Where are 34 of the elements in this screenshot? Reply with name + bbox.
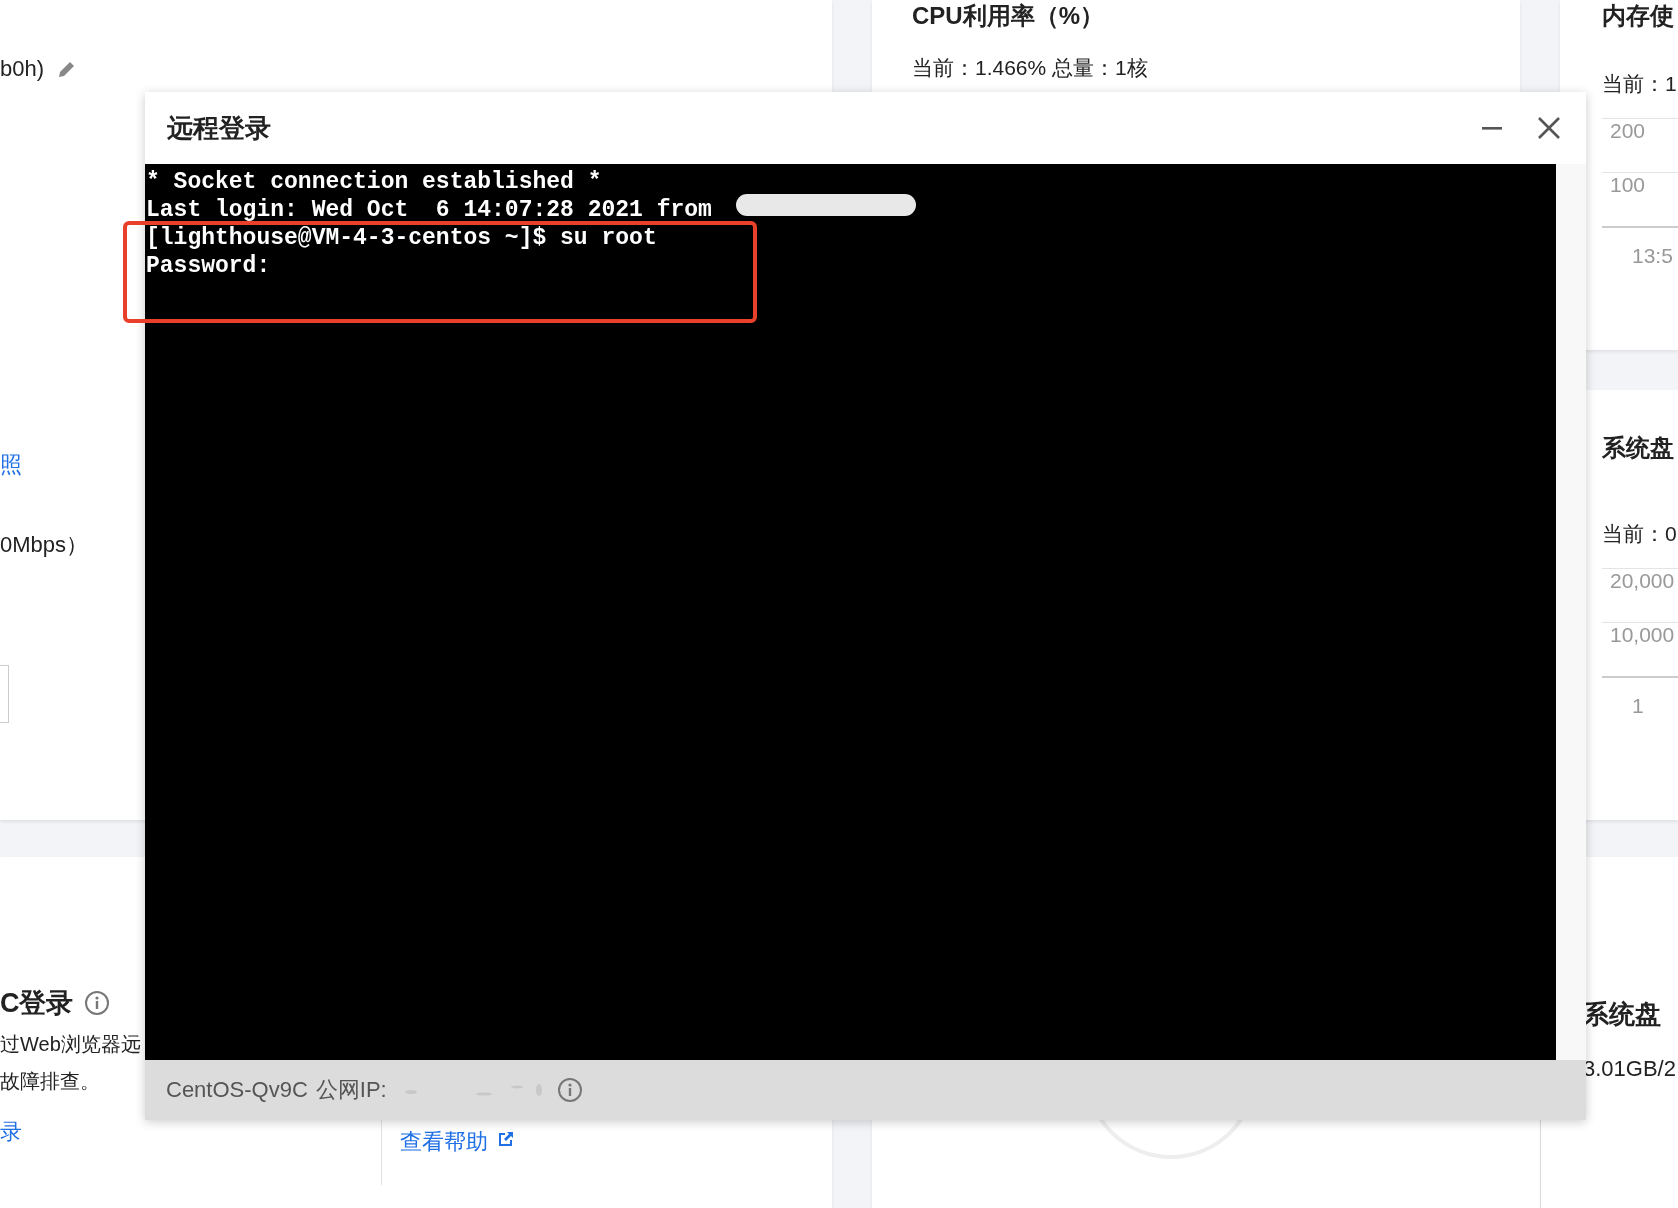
axis-label: 1 [1632,694,1644,717]
close-icon [1536,115,1562,141]
axis-label: 10,000 [1610,623,1675,646]
card-title: CPU利用率（%） [912,1,1105,31]
usage-text: 3.01GB/2 [1583,1056,1677,1082]
section-title: C登录 [0,987,74,1020]
instance-name: CentOS-Qv9C [166,1077,308,1103]
terminal-line: Password: [146,252,271,280]
reading-text: 当前：1 [1602,71,1678,97]
axis-label: 20,000 [1610,569,1675,592]
card-title: 系统盘 [1602,433,1675,463]
link[interactable]: 录 [0,1117,22,1147]
help-link[interactable]: 查看帮助 [399,1127,488,1157]
axis-label: 13:5 [1632,244,1673,267]
reading-text: 当前：0 [1602,521,1678,547]
card-title: 系统盘 [1583,998,1662,1031]
info-icon [83,990,110,1016]
terminal-line: Last login: Wed Oct 6 14:07:28 2021 from [146,196,713,224]
description-text: 故障排查。 [0,1069,100,1094]
terminal-line: [lighthouse@VM-4-3-centos ~]$ su root [146,224,657,252]
description-text: 过Web浏览器远 [0,1032,141,1057]
instance-name: b0h) [0,56,45,82]
minimize-icon [1482,126,1502,130]
reading-text: 当前：1.466% 总量：1核 [912,55,1149,81]
card-title: 内存使 [1602,1,1675,31]
link[interactable]: 照 [0,450,22,480]
info-icon [556,1077,583,1103]
terminal-line: * Socket connection established * [146,168,602,196]
dialog-title: 远程登录 [167,111,271,145]
bandwidth-text: 0Mbps） [0,531,89,559]
ip-label: 公网IP: [315,1076,387,1104]
axis-label: 100 [1610,173,1646,196]
axis-label: 200 [1610,119,1646,142]
input-field[interactable] [0,665,9,723]
